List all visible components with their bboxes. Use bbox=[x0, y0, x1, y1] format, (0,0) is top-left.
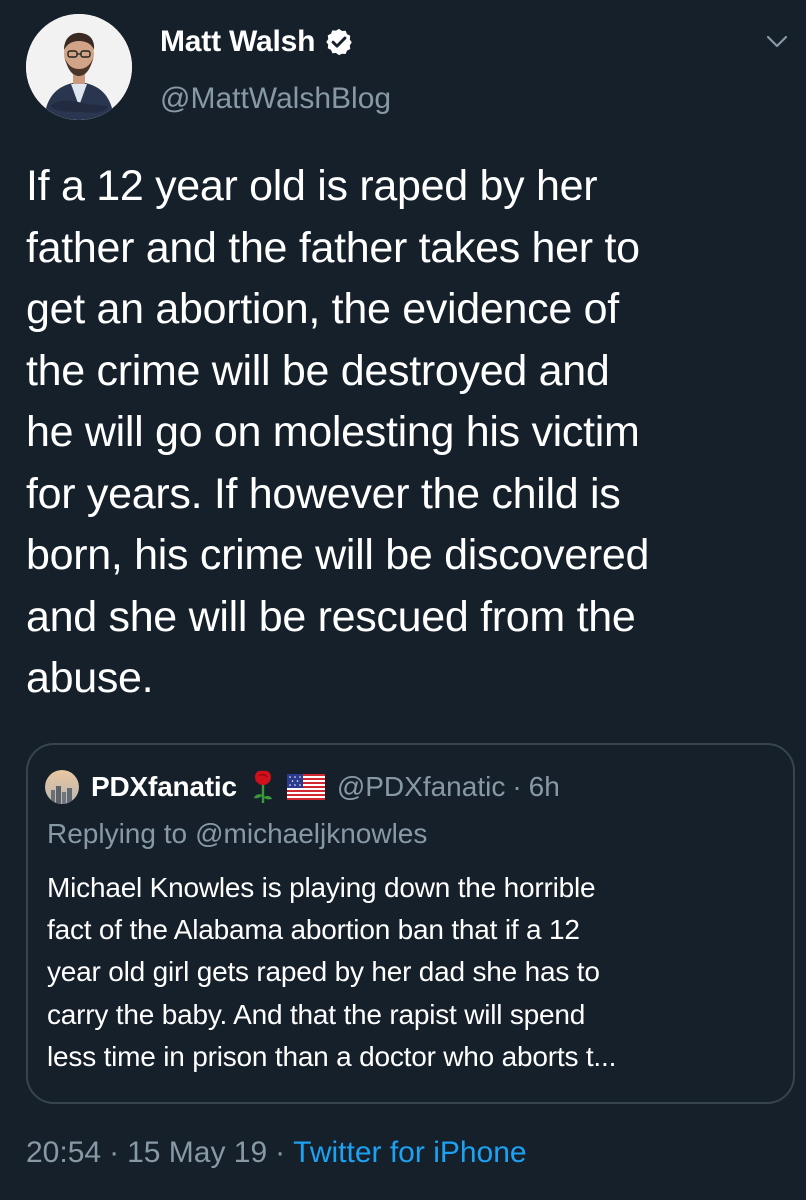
tweet-source-link[interactable]: Twitter for iPhone bbox=[293, 1136, 526, 1169]
quoted-author-handle: @PDXfanatic bbox=[336, 771, 506, 802]
quoted-tweet-header: PDXfanatic @PDXfanatic · 6h bbox=[45, 767, 560, 807]
quoted-tweet-time: 6h bbox=[528, 771, 560, 802]
us-flag-icon bbox=[286, 774, 325, 800]
tweet-text: If a 12 year old is raped by her father … bbox=[26, 162, 650, 702]
skyline-avatar-icon bbox=[45, 770, 79, 804]
tweet-detail: Matt Walsh @MattWalshBlog If a 12 year o… bbox=[0, 0, 806, 1200]
author-name-row: Matt Walsh bbox=[160, 22, 391, 62]
author-avatar[interactable] bbox=[26, 14, 132, 120]
replying-to-line: Replying to @michaeljknowles bbox=[47, 818, 427, 850]
tweet-time: 20:54 bbox=[26, 1136, 102, 1169]
tweet-date: 15 May 19 bbox=[127, 1136, 268, 1169]
replying-to-label: Replying to bbox=[47, 818, 188, 849]
verified-badge-icon bbox=[324, 27, 354, 57]
author-handle[interactable]: @MattWalshBlog bbox=[160, 82, 391, 116]
separator-dot: · bbox=[109, 1136, 120, 1169]
chevron-down-icon[interactable] bbox=[764, 32, 790, 52]
quoted-tweet-card[interactable]: PDXfanatic @PDXfanatic · 6h Replying to … bbox=[26, 743, 795, 1104]
tweet-metadata: 20:54 · 15 May 19 · Twitter for iPhone bbox=[26, 1136, 527, 1170]
author-block: Matt Walsh @MattWalshBlog bbox=[160, 22, 391, 116]
author-display-name[interactable]: Matt Walsh bbox=[160, 25, 315, 59]
quoted-author-display-name: PDXfanatic bbox=[91, 771, 237, 802]
replying-to-handle: @michaeljknowles bbox=[195, 818, 428, 849]
separator-dot: · bbox=[512, 771, 522, 802]
person-avatar-icon bbox=[26, 14, 132, 120]
quoted-author-avatar bbox=[45, 770, 79, 804]
separator-dot: · bbox=[275, 1136, 286, 1169]
rose-icon bbox=[251, 769, 275, 805]
quoted-tweet-text: Michael Knowles is playing down the horr… bbox=[47, 872, 617, 1072]
